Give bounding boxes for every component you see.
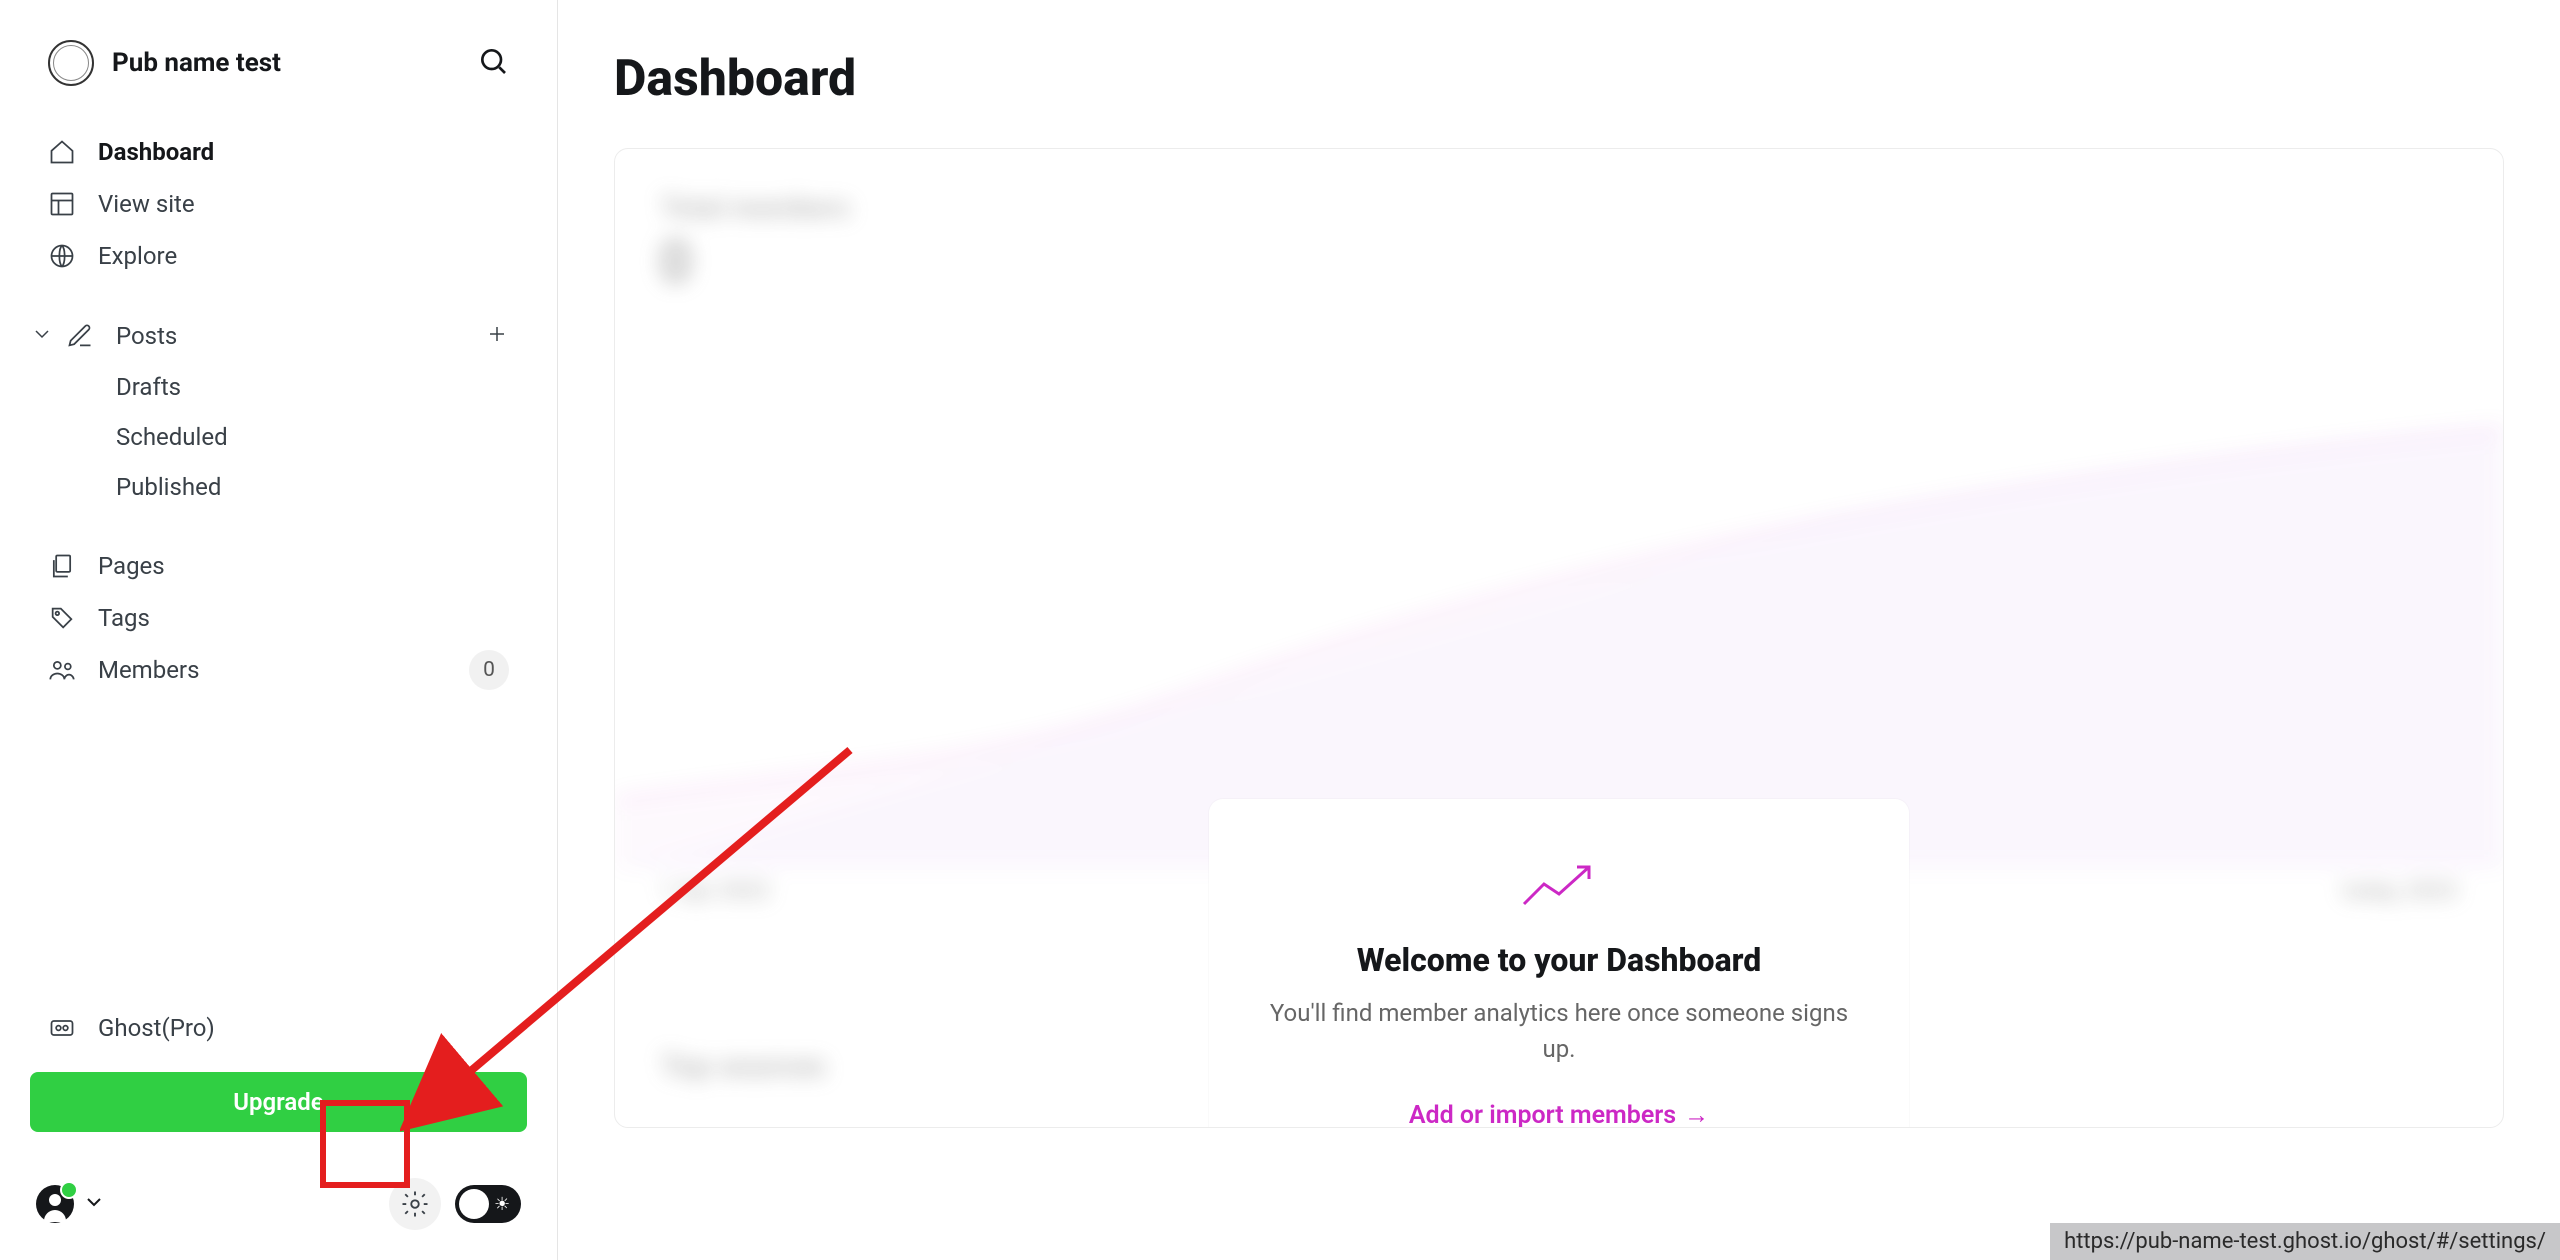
bg-top-sources: Top sources — [661, 1049, 825, 1084]
edit-icon — [66, 322, 94, 350]
chevron-down-icon — [82, 1190, 106, 1218]
chevron-down-icon[interactable] — [30, 322, 54, 350]
nav-posts[interactable]: Posts — [66, 310, 195, 362]
nav-view-site[interactable]: View site — [30, 178, 527, 230]
toggle-knob — [459, 1189, 489, 1219]
nav-members[interactable]: Members — [30, 644, 217, 696]
copy-icon — [48, 552, 76, 580]
status-bar-url: https://pub-name-test.ghost.io/ghost/#/s… — [2050, 1223, 2560, 1260]
ghostpro-icon — [48, 1014, 76, 1042]
bg-date-left: 1 Apr 2022 — [661, 879, 770, 904]
upgrade-button[interactable]: Upgrade — [30, 1072, 527, 1132]
nav-label: Posts — [116, 322, 177, 350]
dashboard-card: Total members 0 1 Apr 2022 today, 2023 T… — [614, 148, 2504, 1128]
nav-label: Members — [98, 656, 199, 684]
user-menu[interactable] — [36, 1185, 106, 1223]
nav-label: View site — [98, 190, 195, 218]
welcome-description: You'll find member analytics here once s… — [1259, 995, 1859, 1067]
site-logo-icon — [48, 40, 94, 86]
page-title: Dashboard — [614, 50, 2504, 108]
new-post-button[interactable] — [485, 322, 509, 350]
nav-pages[interactable]: Pages — [30, 540, 527, 592]
nav-ghostpro[interactable]: Ghost(Pro) — [30, 1002, 527, 1054]
nav-label: Ghost(Pro) — [98, 1014, 215, 1042]
link-label: Add or import members — [1409, 1101, 1676, 1128]
nav-explore[interactable]: Explore — [30, 230, 527, 282]
nav-published[interactable]: Published — [30, 462, 527, 512]
members-count-badge: 0 — [469, 650, 509, 690]
brand[interactable]: Pub name test — [48, 40, 281, 86]
nav-label: Explore — [98, 242, 177, 270]
site-title: Pub name test — [112, 48, 281, 78]
gear-icon — [400, 1189, 430, 1219]
layout-icon — [48, 190, 76, 218]
nav-dashboard[interactable]: Dashboard — [30, 126, 527, 178]
annotation-highlight-box — [320, 1100, 410, 1188]
arrow-right-icon: → — [1684, 1101, 1709, 1128]
bg-total-members: Total members — [661, 191, 850, 224]
search-button[interactable] — [477, 45, 509, 81]
nav-tags[interactable]: Tags — [30, 592, 527, 644]
home-icon — [48, 138, 76, 166]
bg-zero: 0 — [659, 229, 692, 297]
trend-icon — [1259, 859, 1859, 913]
avatar-icon — [36, 1185, 74, 1223]
add-import-members-link[interactable]: Add or import members → — [1409, 1101, 1709, 1128]
sidebar-header: Pub name test — [30, 40, 527, 86]
theme-toggle[interactable]: ☀ — [455, 1185, 521, 1223]
main-content: Dashboard Total members 0 1 Apr 2022 tod… — [558, 0, 2560, 1260]
globe-icon — [48, 242, 76, 270]
members-icon — [48, 656, 76, 684]
search-icon — [477, 45, 509, 77]
tag-icon — [48, 604, 76, 632]
welcome-title: Welcome to your Dashboard — [1259, 941, 1859, 979]
nav-drafts[interactable]: Drafts — [30, 362, 527, 412]
nav-scheduled[interactable]: Scheduled — [30, 412, 527, 462]
bg-date-right: today, 2023 — [2343, 879, 2457, 904]
nav-label: Dashboard — [98, 138, 214, 166]
nav-label: Pages — [98, 552, 165, 580]
nav-label: Tags — [98, 604, 150, 632]
sun-icon: ☀ — [494, 1194, 510, 1215]
sidebar: Pub name test Dashboard View site Explor… — [0, 0, 558, 1260]
welcome-card: Welcome to your Dashboard You'll find me… — [1209, 799, 1909, 1128]
